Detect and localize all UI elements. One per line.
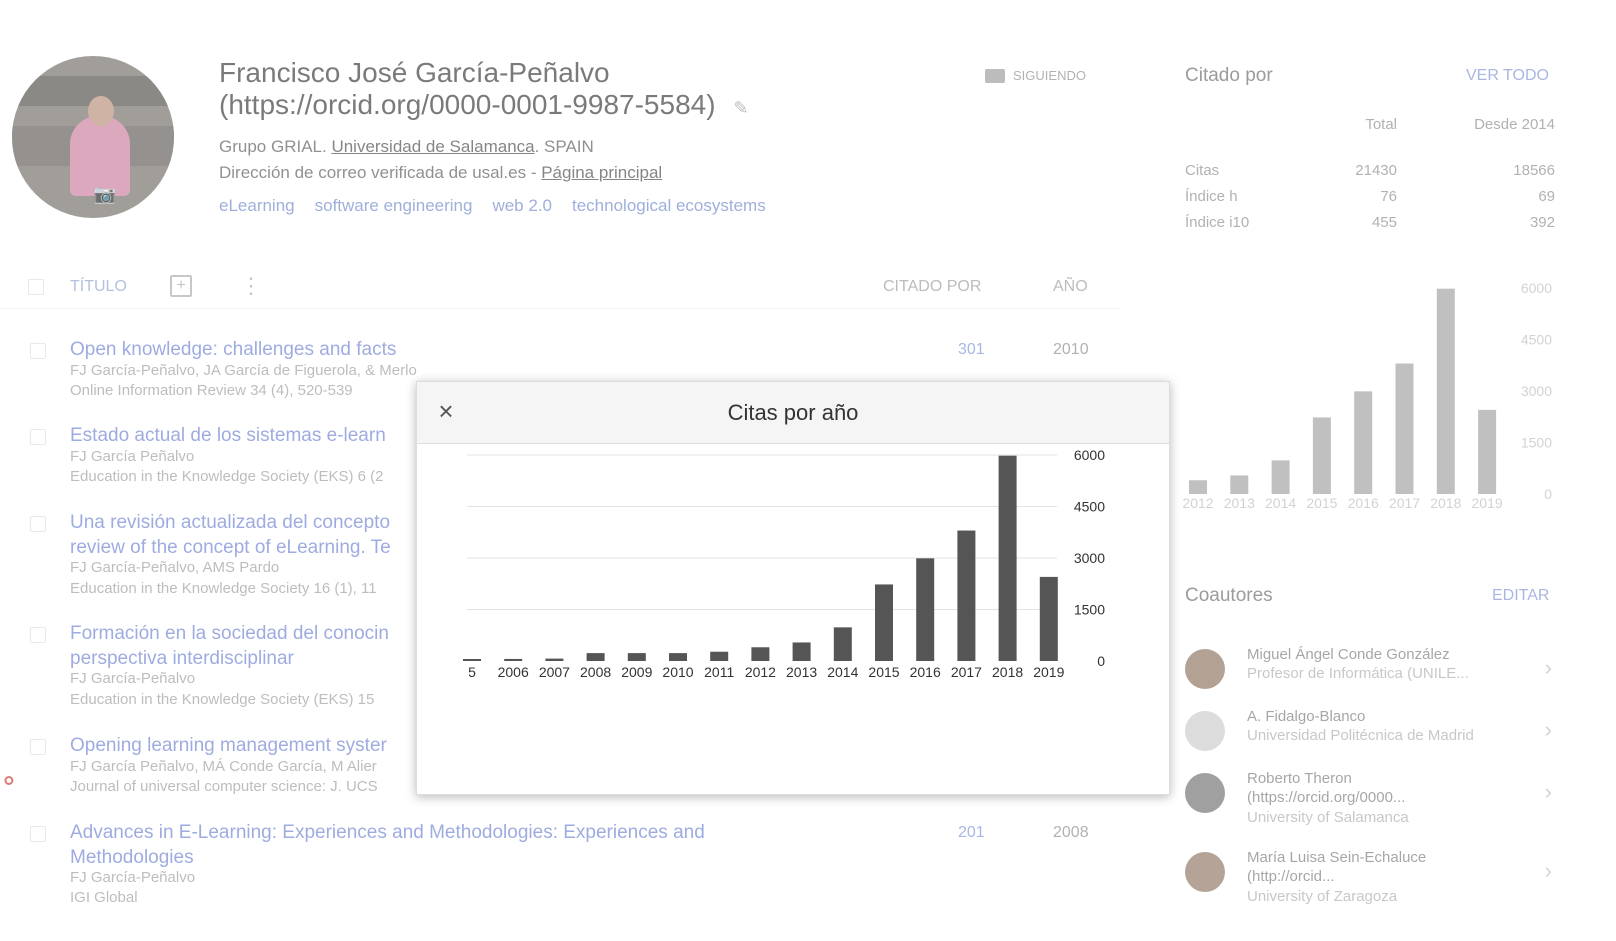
scholar-profile-page: 📷 Francisco José García-Peñalvo (https:/… [0,0,1616,941]
x-tick-label: 2012 [745,664,776,680]
bar [710,651,729,661]
citations-per-year-chart: 6000 4500 3000 1500 0 5 2006 2007 2008 2009 2010 20… [463,447,1105,680]
bar [751,647,770,661]
x-tick-label: 2013 [786,664,817,680]
x-tick-label: 2011 [704,664,734,680]
bar [586,653,605,661]
x-tick-label: 2016 [910,664,941,680]
bar [1039,576,1058,661]
bar [875,584,893,661]
bar [669,653,687,661]
bar [504,658,523,661]
y-tick-label: 4500 [1074,499,1105,515]
x-tick-label: 5 [468,664,476,680]
x-tick-label: 2014 [827,664,858,680]
bar [957,530,976,661]
bar [463,659,481,661]
citations-per-year-dialog: Citas por año × 6000 4500 3000 1500 0 5 2006 20… [416,381,1170,795]
dialog-header: Citas por año × [417,382,1169,444]
bar [792,642,811,661]
x-tick-label: 2006 [498,664,529,680]
bar [627,653,646,661]
x-tick-label: 2018 [992,664,1023,680]
bar [545,658,564,661]
bar [998,455,1017,661]
y-tick-label: 3000 [1074,550,1105,566]
bar [833,627,852,661]
dialog-title: Citas por año [727,400,859,425]
close-icon[interactable]: × [431,396,461,426]
x-tick-label: 2007 [539,664,570,680]
y-tick-label: 0 [1097,653,1105,669]
y-tick-label: 1500 [1074,602,1105,618]
x-tick-label: 2010 [662,664,693,680]
x-tick-label: 2019 [1033,664,1064,680]
bar [916,558,935,661]
y-tick-label: 6000 [1074,447,1105,463]
x-tick-label: 2008 [580,664,611,680]
x-tick-label: 2015 [868,664,899,680]
x-tick-label: 2017 [951,664,982,680]
x-tick-label: 2009 [621,664,652,680]
